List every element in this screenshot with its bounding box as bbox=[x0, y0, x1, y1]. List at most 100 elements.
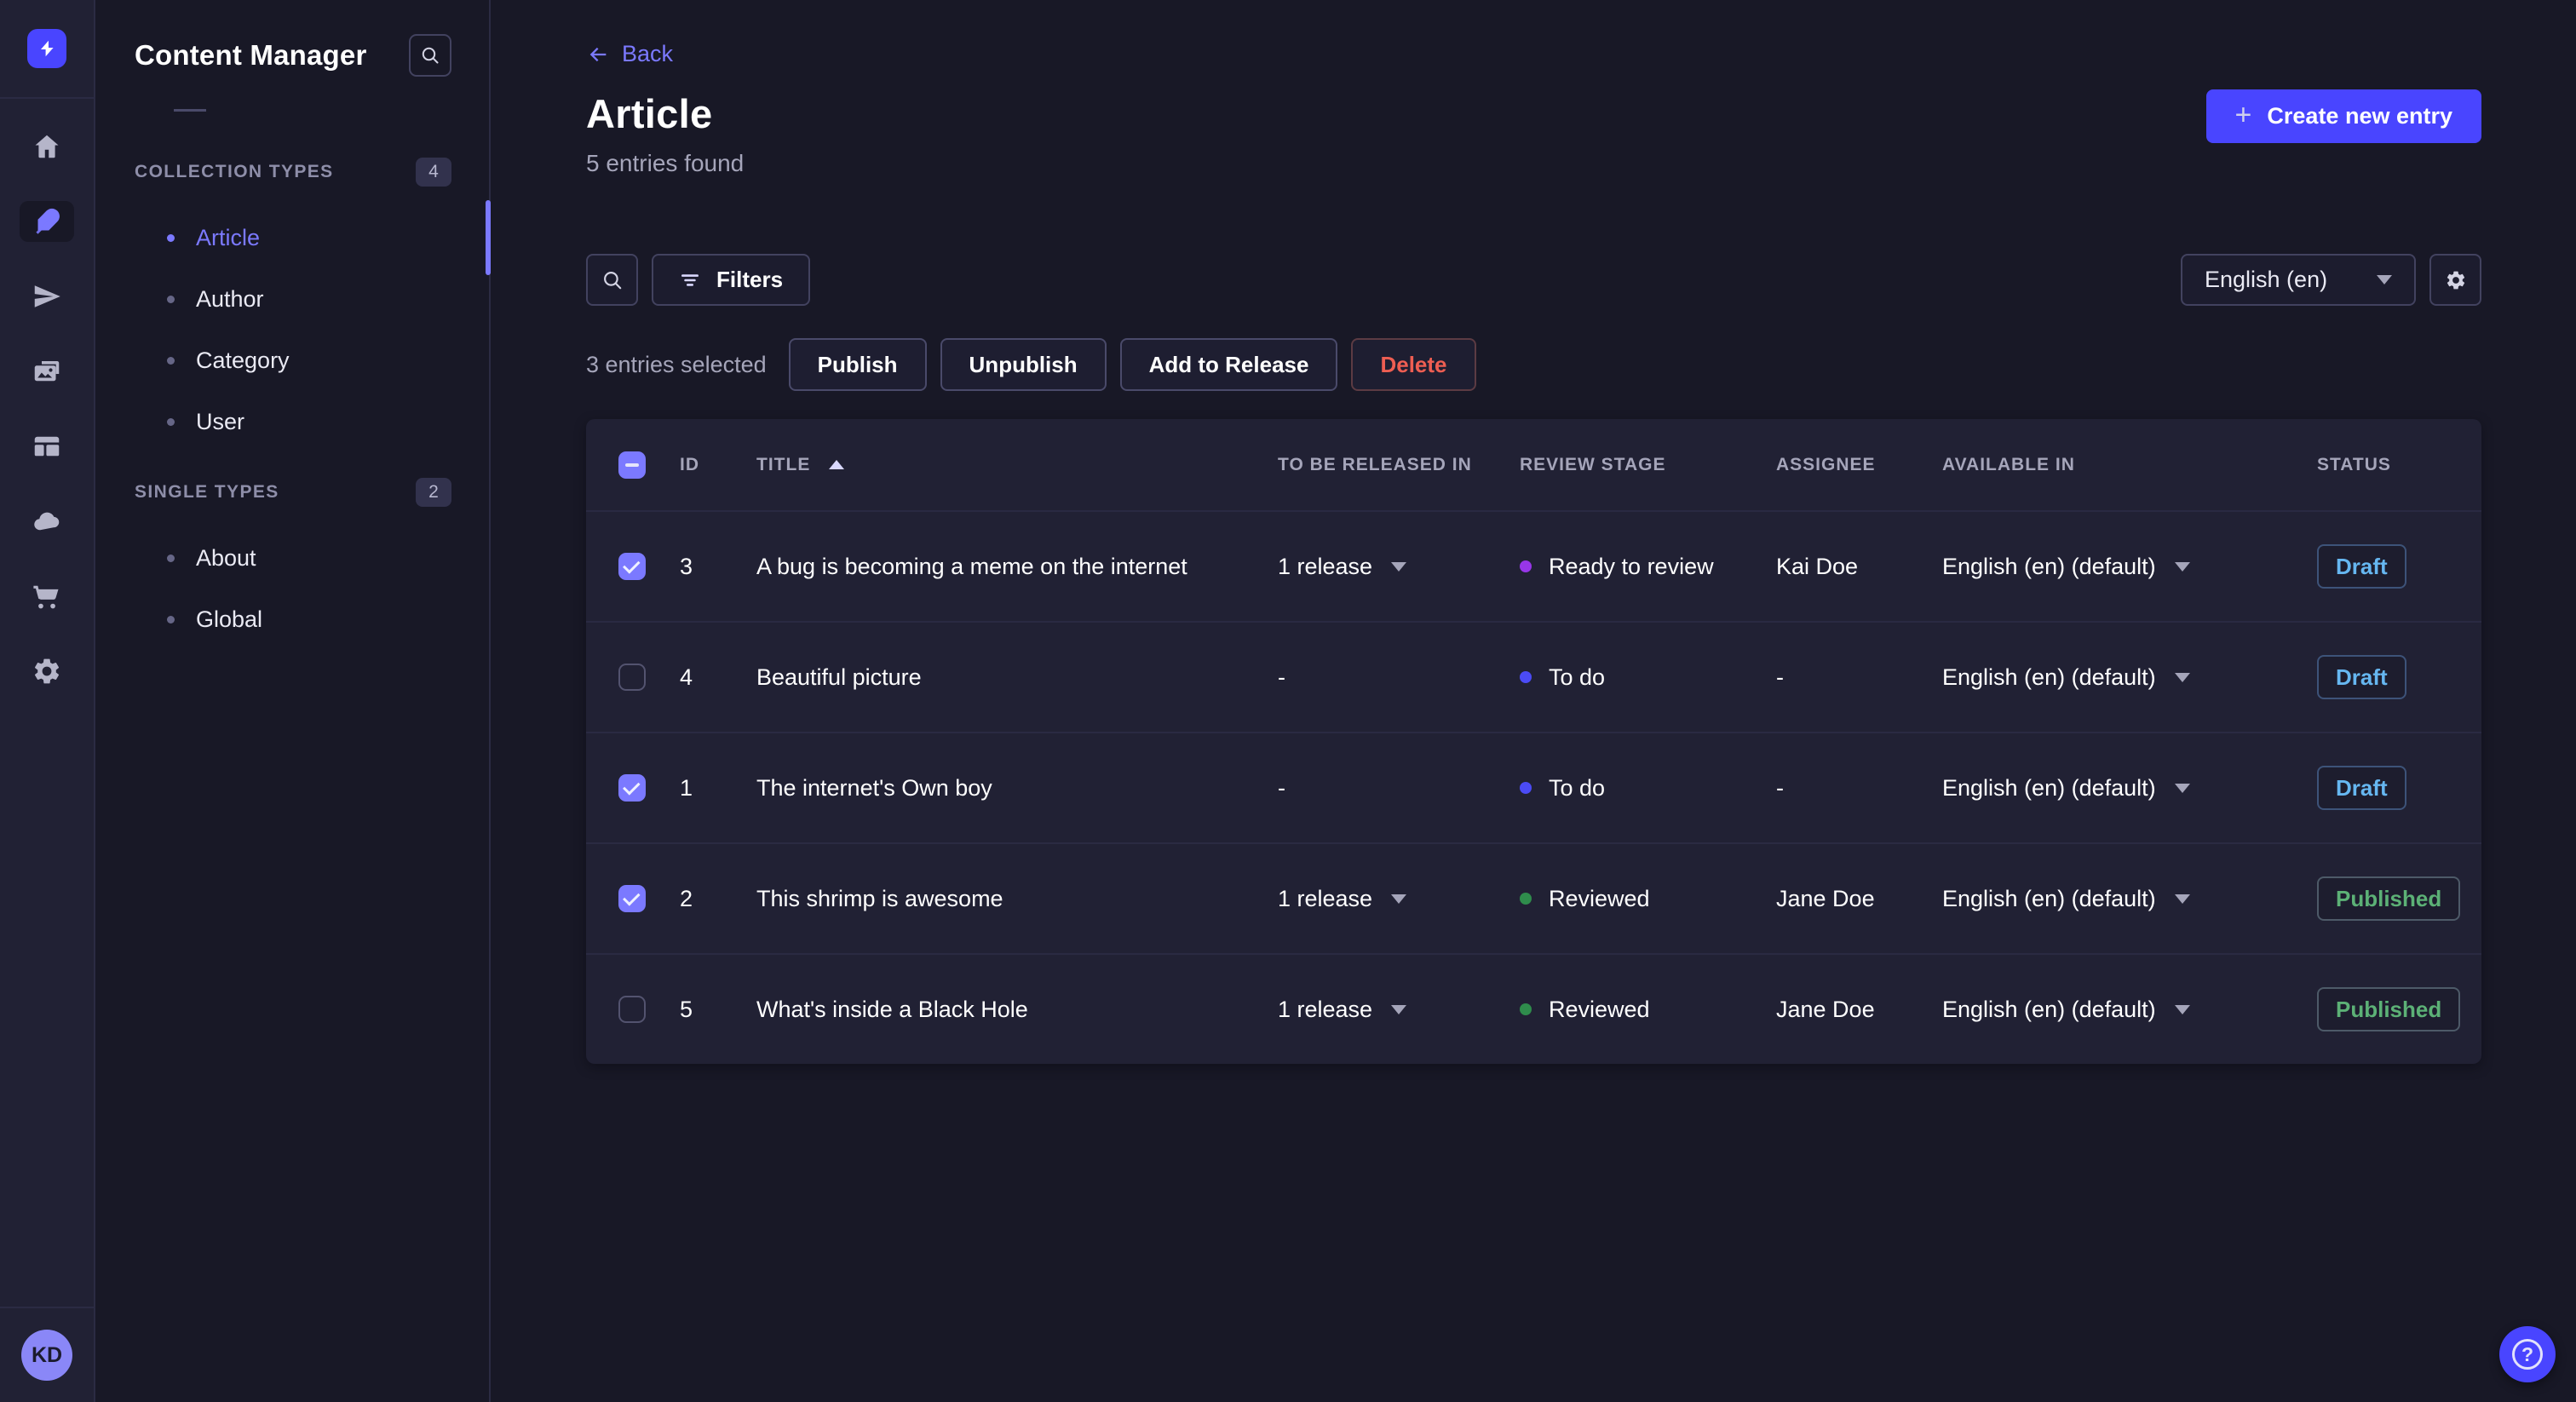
row-release[interactable]: - bbox=[1278, 775, 1520, 802]
cloud-icon[interactable] bbox=[20, 501, 74, 542]
row-checkbox[interactable] bbox=[618, 885, 646, 912]
primary-nav-items bbox=[20, 126, 74, 1307]
filter-icon bbox=[681, 273, 699, 286]
filters-button[interactable]: Filters bbox=[652, 254, 811, 306]
row-checkbox[interactable] bbox=[618, 664, 646, 691]
sidebar-item-global[interactable]: Global bbox=[95, 589, 489, 650]
status-badge: Draft bbox=[2317, 655, 2406, 699]
status-badge: Draft bbox=[2317, 766, 2406, 810]
sidebar-item-label: Article bbox=[196, 224, 261, 250]
chevron-down-icon bbox=[1391, 561, 1407, 572]
content-type-builder-icon[interactable] bbox=[20, 426, 74, 467]
selection-bar: 3 entries selected Publish Unpublish Add… bbox=[586, 338, 2481, 391]
row-checkbox[interactable] bbox=[618, 774, 646, 802]
row-review-stage: Reviewed bbox=[1520, 886, 1776, 912]
stage-label: Ready to review bbox=[1549, 553, 1714, 579]
gear-icon bbox=[2447, 271, 2464, 289]
sidebar-item-author[interactable]: Author bbox=[95, 268, 489, 330]
secondary-nav: Content Manager COLLECTION TYPES 4 Artic… bbox=[95, 0, 491, 1402]
home-icon[interactable] bbox=[20, 126, 74, 167]
publish-button[interactable]: Publish bbox=[788, 338, 927, 391]
table-row[interactable]: 4 Beautiful picture - To do - English (e… bbox=[586, 621, 2481, 732]
sidebar-item-article[interactable]: Article bbox=[95, 200, 491, 275]
single-types-section: SINGLE TYPES 2 About Global bbox=[95, 478, 489, 650]
help-button[interactable]: ? bbox=[2499, 1326, 2556, 1382]
row-id: 4 bbox=[680, 664, 693, 690]
sidebar-item-category[interactable]: Category bbox=[95, 330, 489, 391]
table-row[interactable]: 2 This shrimp is awesome 1 release Revie… bbox=[586, 842, 2481, 953]
toolbar: Filters English (en) bbox=[586, 254, 2481, 306]
table-row[interactable]: 1 The internet's Own boy - To do - Engli… bbox=[586, 732, 2481, 842]
unpublish-button[interactable]: Unpublish bbox=[940, 338, 1107, 391]
arrow-left-icon bbox=[589, 47, 607, 61]
row-review-stage: Ready to review bbox=[1520, 554, 1776, 580]
stage-dot bbox=[1520, 782, 1532, 794]
stage-label: Reviewed bbox=[1549, 885, 1650, 911]
row-locale[interactable]: English (en) (default) bbox=[1942, 775, 2317, 802]
sidebar-item-user[interactable]: User bbox=[95, 391, 489, 452]
select-all-checkbox[interactable] bbox=[618, 451, 646, 479]
table-search-button[interactable] bbox=[586, 254, 638, 306]
section-count-badge: 4 bbox=[416, 158, 451, 187]
row-release[interactable]: 1 release bbox=[1278, 997, 1520, 1023]
back-label: Back bbox=[622, 41, 674, 66]
chevron-down-icon bbox=[2174, 893, 2190, 904]
row-release[interactable]: 1 release bbox=[1278, 886, 1520, 912]
table-row[interactable]: 5 What's inside a Black Hole 1 release R… bbox=[586, 953, 2481, 1064]
row-title[interactable]: What's inside a Black Hole bbox=[756, 997, 1278, 1023]
sidebar-item-label: User bbox=[196, 408, 245, 434]
locale-select[interactable]: English (en) bbox=[2181, 254, 2416, 306]
row-locale[interactable]: English (en) (default) bbox=[1942, 886, 2317, 912]
table-row[interactable]: 3 A bug is becoming a meme on the intern… bbox=[586, 510, 2481, 621]
status-badge: Published bbox=[2317, 876, 2461, 921]
profile-section: KD bbox=[0, 1307, 94, 1402]
locale-label: English (en) (default) bbox=[1942, 996, 2156, 1022]
media-library-icon[interactable] bbox=[20, 351, 74, 392]
column-header-label: TITLE bbox=[756, 454, 811, 474]
row-title[interactable]: A bug is becoming a meme on the internet bbox=[756, 554, 1278, 580]
row-title[interactable]: Beautiful picture bbox=[756, 664, 1278, 691]
back-link[interactable]: Back bbox=[586, 41, 673, 67]
locale-label: English (en) (default) bbox=[1942, 664, 2156, 690]
release-label: 1 release bbox=[1278, 553, 1373, 579]
sidebar-item-about[interactable]: About bbox=[95, 527, 489, 589]
logo-box[interactable] bbox=[0, 0, 94, 99]
column-header-review-stage[interactable]: REVIEW STAGE bbox=[1520, 455, 1776, 475]
page-title: Article bbox=[586, 91, 713, 136]
content-search-button[interactable] bbox=[409, 34, 451, 77]
paper-plane-icon[interactable] bbox=[20, 276, 74, 317]
add-to-release-button[interactable]: Add to Release bbox=[1119, 338, 1338, 391]
settings-gear-icon[interactable] bbox=[20, 651, 74, 692]
entries-table: ID TITLE TO BE RELEASED IN REVIEW STAGE … bbox=[586, 419, 2481, 1064]
sort-ascending-icon[interactable] bbox=[829, 460, 845, 469]
column-header-title[interactable]: TITLE bbox=[756, 455, 1278, 475]
search-icon bbox=[603, 271, 621, 289]
row-checkbox[interactable] bbox=[618, 996, 646, 1023]
content-manager-feather-icon[interactable] bbox=[20, 201, 74, 242]
row-checkbox[interactable] bbox=[618, 553, 646, 580]
locale-value: English (en) bbox=[2205, 267, 2328, 292]
view-settings-button[interactable] bbox=[2429, 254, 2481, 306]
release-label: 1 release bbox=[1278, 885, 1373, 911]
filters-label: Filters bbox=[716, 267, 784, 292]
row-title[interactable]: This shrimp is awesome bbox=[756, 886, 1278, 912]
row-release[interactable]: 1 release bbox=[1278, 554, 1520, 580]
row-release[interactable]: - bbox=[1278, 664, 1520, 691]
delete-button[interactable]: Delete bbox=[1351, 338, 1476, 391]
stage-dot bbox=[1520, 671, 1532, 683]
row-title[interactable]: The internet's Own boy bbox=[756, 775, 1278, 802]
row-locale[interactable]: English (en) (default) bbox=[1942, 997, 2317, 1023]
avatar[interactable]: KD bbox=[21, 1330, 72, 1381]
create-new-entry-button[interactable]: + Create new entry bbox=[2205, 89, 2481, 143]
column-header-available-in[interactable]: AVAILABLE IN bbox=[1942, 455, 2317, 475]
column-header-status[interactable]: STATUS bbox=[2317, 455, 2461, 475]
row-locale[interactable]: English (en) (default) bbox=[1942, 664, 2317, 691]
column-header-release[interactable]: TO BE RELEASED IN bbox=[1278, 455, 1520, 475]
column-header-assignee[interactable]: ASSIGNEE bbox=[1776, 455, 1942, 475]
column-header-id[interactable]: ID bbox=[680, 455, 756, 475]
chevron-down-icon bbox=[2174, 1004, 2190, 1014]
marketplace-cart-icon[interactable] bbox=[20, 576, 74, 617]
row-locale[interactable]: English (en) (default) bbox=[1942, 554, 2317, 580]
table-header-row: ID TITLE TO BE RELEASED IN REVIEW STAGE … bbox=[586, 419, 2481, 510]
collection-types-section: COLLECTION TYPES 4 Article Author Catego… bbox=[95, 158, 491, 452]
